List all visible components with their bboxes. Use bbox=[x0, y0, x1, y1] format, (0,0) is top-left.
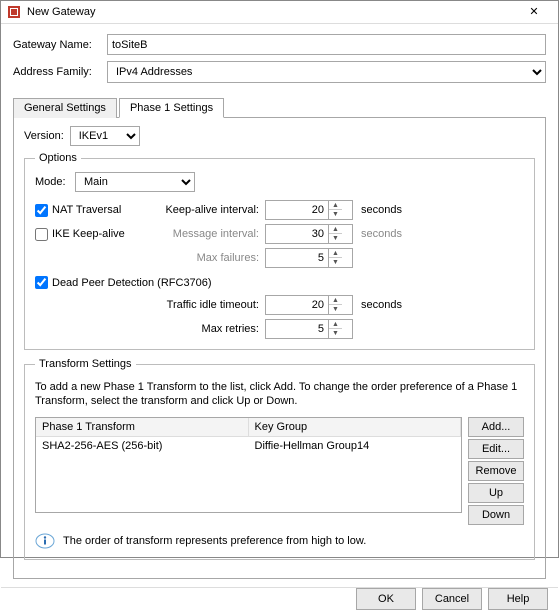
close-button[interactable]: ✕ bbox=[516, 1, 552, 23]
keepalive-interval-input[interactable] bbox=[266, 201, 328, 219]
spin-up-icon[interactable]: ▲ bbox=[329, 320, 342, 329]
transform-note: The order of transform represents prefer… bbox=[63, 535, 366, 547]
tab-phase1-settings[interactable]: Phase 1 Settings bbox=[119, 98, 224, 118]
dialog-body: Gateway Name: Address Family: IPv4 Addre… bbox=[1, 24, 558, 587]
transform-legend: Transform Settings bbox=[35, 358, 136, 370]
ike-keepalive-label: IKE Keep-alive bbox=[52, 228, 125, 240]
options-group: Options Mode: Main NAT Traversal Keep-al… bbox=[24, 152, 535, 350]
gateway-name-label: Gateway Name: bbox=[13, 39, 107, 51]
transform-group: Transform Settings To add a new Phase 1 … bbox=[24, 358, 535, 560]
mode-label: Mode: bbox=[35, 176, 75, 188]
keepalive-interval-unit: seconds bbox=[355, 204, 405, 216]
transform-row-keygroup: Diffie-Hellman Group14 bbox=[249, 437, 462, 455]
dialog-footer: OK Cancel Help bbox=[1, 587, 558, 610]
app-icon bbox=[7, 5, 21, 19]
tab-strip: General Settings Phase 1 Settings bbox=[13, 98, 546, 118]
col-phase1-transform: Phase 1 Transform bbox=[36, 418, 249, 436]
message-interval-label: Message interval: bbox=[155, 228, 265, 240]
address-family-label: Address Family: bbox=[13, 66, 107, 78]
ok-button[interactable]: OK bbox=[356, 588, 416, 610]
gateway-name-input[interactable] bbox=[107, 34, 546, 55]
max-failures-input[interactable] bbox=[266, 249, 328, 267]
message-interval-unit: seconds bbox=[355, 228, 405, 240]
keepalive-interval-label: Keep-alive interval: bbox=[155, 204, 265, 216]
max-retries-spinner[interactable]: ▲▼ bbox=[265, 319, 353, 339]
info-icon bbox=[35, 533, 55, 549]
tab-container: General Settings Phase 1 Settings Versio… bbox=[13, 97, 546, 579]
max-failures-label: Max failures: bbox=[155, 252, 265, 264]
spin-up-icon[interactable]: ▲ bbox=[329, 249, 342, 258]
transform-row[interactable]: SHA2-256-AES (256-bit) Diffie-Hellman Gr… bbox=[36, 437, 461, 455]
transform-instructions: To add a new Phase 1 Transform to the li… bbox=[35, 380, 524, 409]
idle-timeout-label: Traffic idle timeout: bbox=[35, 299, 265, 311]
tab-panel-phase1: Version: IKEv1 Options Mode: Main bbox=[13, 117, 546, 579]
add-button[interactable]: Add... bbox=[468, 417, 524, 437]
version-select[interactable]: IKEv1 bbox=[70, 126, 140, 146]
nat-traversal-checkbox[interactable]: NAT Traversal bbox=[35, 204, 155, 217]
message-interval-input[interactable] bbox=[266, 225, 328, 243]
options-legend: Options bbox=[35, 152, 81, 164]
ike-keepalive-input[interactable] bbox=[35, 228, 48, 241]
idle-timeout-spinner[interactable]: ▲▼ bbox=[265, 295, 353, 315]
max-failures-spinner[interactable]: ▲▼ bbox=[265, 248, 353, 268]
help-button[interactable]: Help bbox=[488, 588, 548, 610]
up-button[interactable]: Up bbox=[468, 483, 524, 503]
nat-traversal-input[interactable] bbox=[35, 204, 48, 217]
col-key-group: Key Group bbox=[249, 418, 462, 436]
edit-button[interactable]: Edit... bbox=[468, 439, 524, 459]
mode-select[interactable]: Main bbox=[75, 172, 195, 192]
cancel-button[interactable]: Cancel bbox=[422, 588, 482, 610]
max-retries-label: Max retries: bbox=[35, 323, 265, 335]
spin-up-icon[interactable]: ▲ bbox=[329, 201, 342, 210]
tab-general-settings[interactable]: General Settings bbox=[13, 98, 117, 118]
max-retries-input[interactable] bbox=[266, 320, 328, 338]
spin-down-icon[interactable]: ▼ bbox=[329, 258, 342, 267]
idle-timeout-unit: seconds bbox=[355, 299, 405, 311]
spin-down-icon[interactable]: ▼ bbox=[329, 234, 342, 243]
keepalive-interval-spinner[interactable]: ▲▼ bbox=[265, 200, 353, 220]
nat-traversal-label: NAT Traversal bbox=[52, 204, 121, 216]
spin-down-icon[interactable]: ▼ bbox=[329, 329, 342, 338]
remove-button[interactable]: Remove bbox=[468, 461, 524, 481]
dpd-label: Dead Peer Detection (RFC3706) bbox=[52, 277, 212, 289]
transform-buttons: Add... Edit... Remove Up Down bbox=[468, 417, 524, 525]
dialog-window: New Gateway ✕ Gateway Name: Address Fami… bbox=[0, 0, 559, 558]
spin-up-icon[interactable]: ▲ bbox=[329, 296, 342, 305]
transform-list[interactable]: Phase 1 Transform Key Group SHA2-256-AES… bbox=[35, 417, 462, 513]
message-interval-spinner[interactable]: ▲▼ bbox=[265, 224, 353, 244]
address-family-select[interactable]: IPv4 Addresses bbox=[107, 61, 546, 83]
spin-down-icon[interactable]: ▼ bbox=[329, 210, 342, 219]
transform-row-name: SHA2-256-AES (256-bit) bbox=[36, 437, 249, 455]
spin-down-icon[interactable]: ▼ bbox=[329, 305, 342, 314]
title-bar: New Gateway ✕ bbox=[1, 1, 558, 24]
idle-timeout-input[interactable] bbox=[266, 296, 328, 314]
version-label: Version: bbox=[24, 130, 64, 142]
ike-keepalive-checkbox[interactable]: IKE Keep-alive bbox=[35, 228, 155, 241]
spin-up-icon[interactable]: ▲ bbox=[329, 225, 342, 234]
dpd-checkbox[interactable]: Dead Peer Detection (RFC3706) bbox=[35, 276, 524, 289]
down-button[interactable]: Down bbox=[468, 505, 524, 525]
window-title: New Gateway bbox=[27, 6, 516, 18]
transform-list-header: Phase 1 Transform Key Group bbox=[36, 418, 461, 437]
dpd-input[interactable] bbox=[35, 276, 48, 289]
